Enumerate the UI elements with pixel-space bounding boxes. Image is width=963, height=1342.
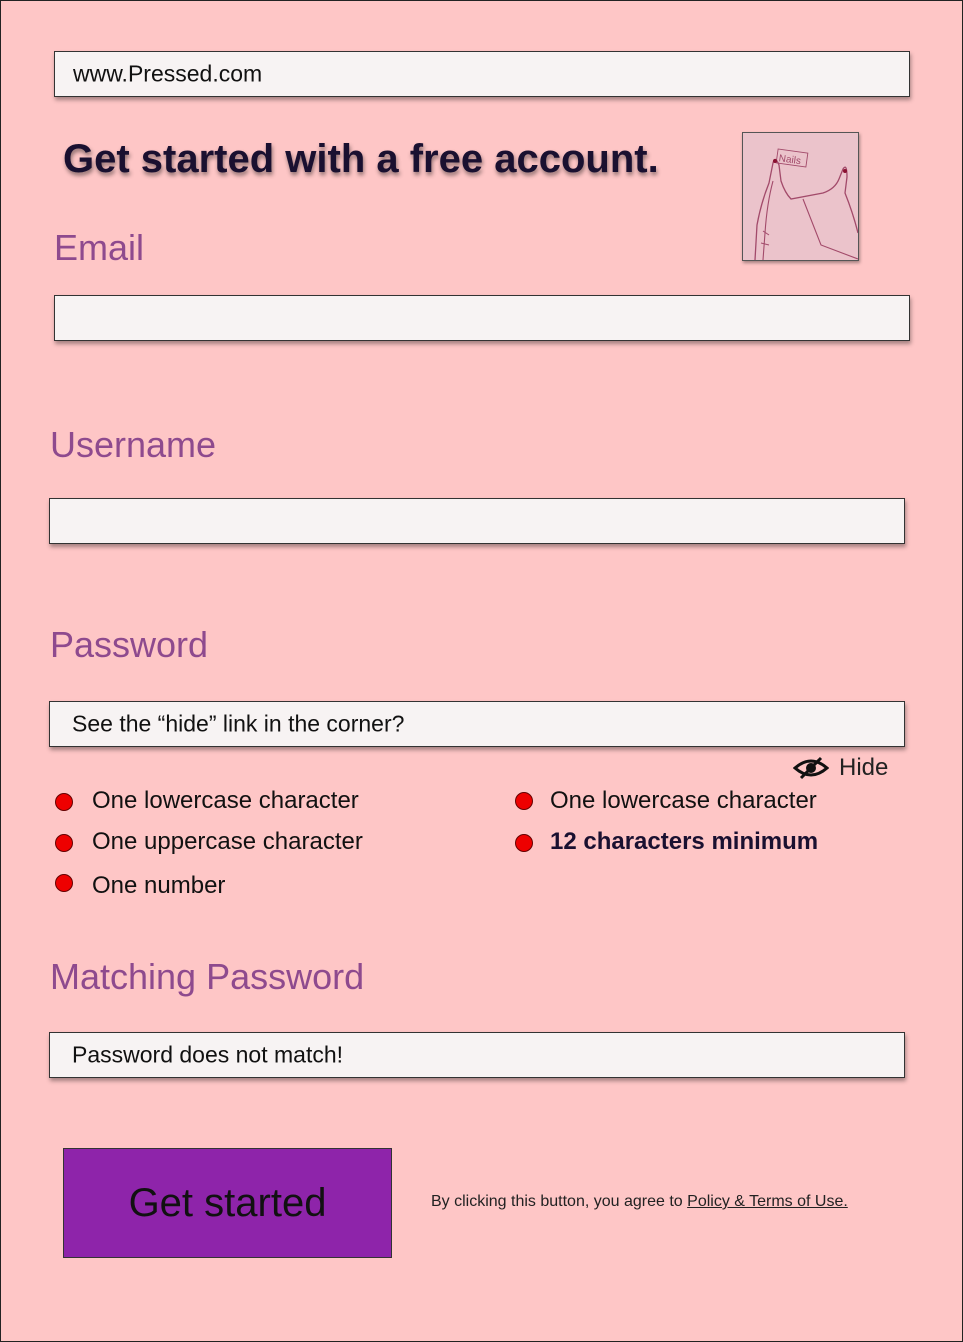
username-field[interactable] (49, 498, 905, 544)
nails-illustration: Nails (743, 133, 858, 260)
matching-password-value: Password does not match! (72, 1041, 344, 1068)
signup-page: www.Pressed.com Get started with a free … (0, 0, 963, 1342)
password-label: Password (50, 624, 209, 665)
eye-slash-icon (793, 756, 829, 780)
email-label: Email (54, 227, 145, 268)
address-bar[interactable]: www.Pressed.com (54, 51, 910, 97)
status-dot (515, 834, 533, 852)
hide-password-toggle[interactable]: Hide (793, 753, 888, 783)
password-field-value: See the “hide” link in the corner? (72, 710, 405, 737)
requirement-item: One lowercase character (92, 787, 359, 814)
nails-thumbnail: Nails (742, 132, 859, 261)
requirement-item: One number (92, 872, 226, 899)
username-label: Username (50, 424, 217, 465)
matching-password-field[interactable]: Password does not match! (49, 1032, 905, 1078)
requirement-item: 12 characters minimum (550, 828, 819, 855)
hide-label: Hide (839, 754, 889, 781)
password-field[interactable]: See the “hide” link in the corner? (49, 701, 905, 747)
requirement-item: One uppercase character (92, 828, 363, 855)
page-title: Get started with a free account. (63, 137, 659, 181)
get-started-button[interactable]: Get started (63, 1148, 392, 1258)
status-dot (55, 874, 73, 892)
matching-password-label: Matching Password (50, 956, 365, 997)
terms-notice: By clicking this button, you agree to Po… (431, 1193, 848, 1211)
email-field[interactable] (54, 295, 910, 341)
requirement-item: One lowercase character (550, 787, 817, 814)
policy-terms-link[interactable]: Policy & Terms of Use. (687, 1193, 848, 1210)
terms-prefix: By clicking this button, you agree to (431, 1193, 688, 1210)
address-bar-url: www.Pressed.com (73, 60, 263, 87)
status-dot (55, 793, 73, 811)
status-dot (515, 792, 533, 810)
status-dot (55, 834, 73, 852)
